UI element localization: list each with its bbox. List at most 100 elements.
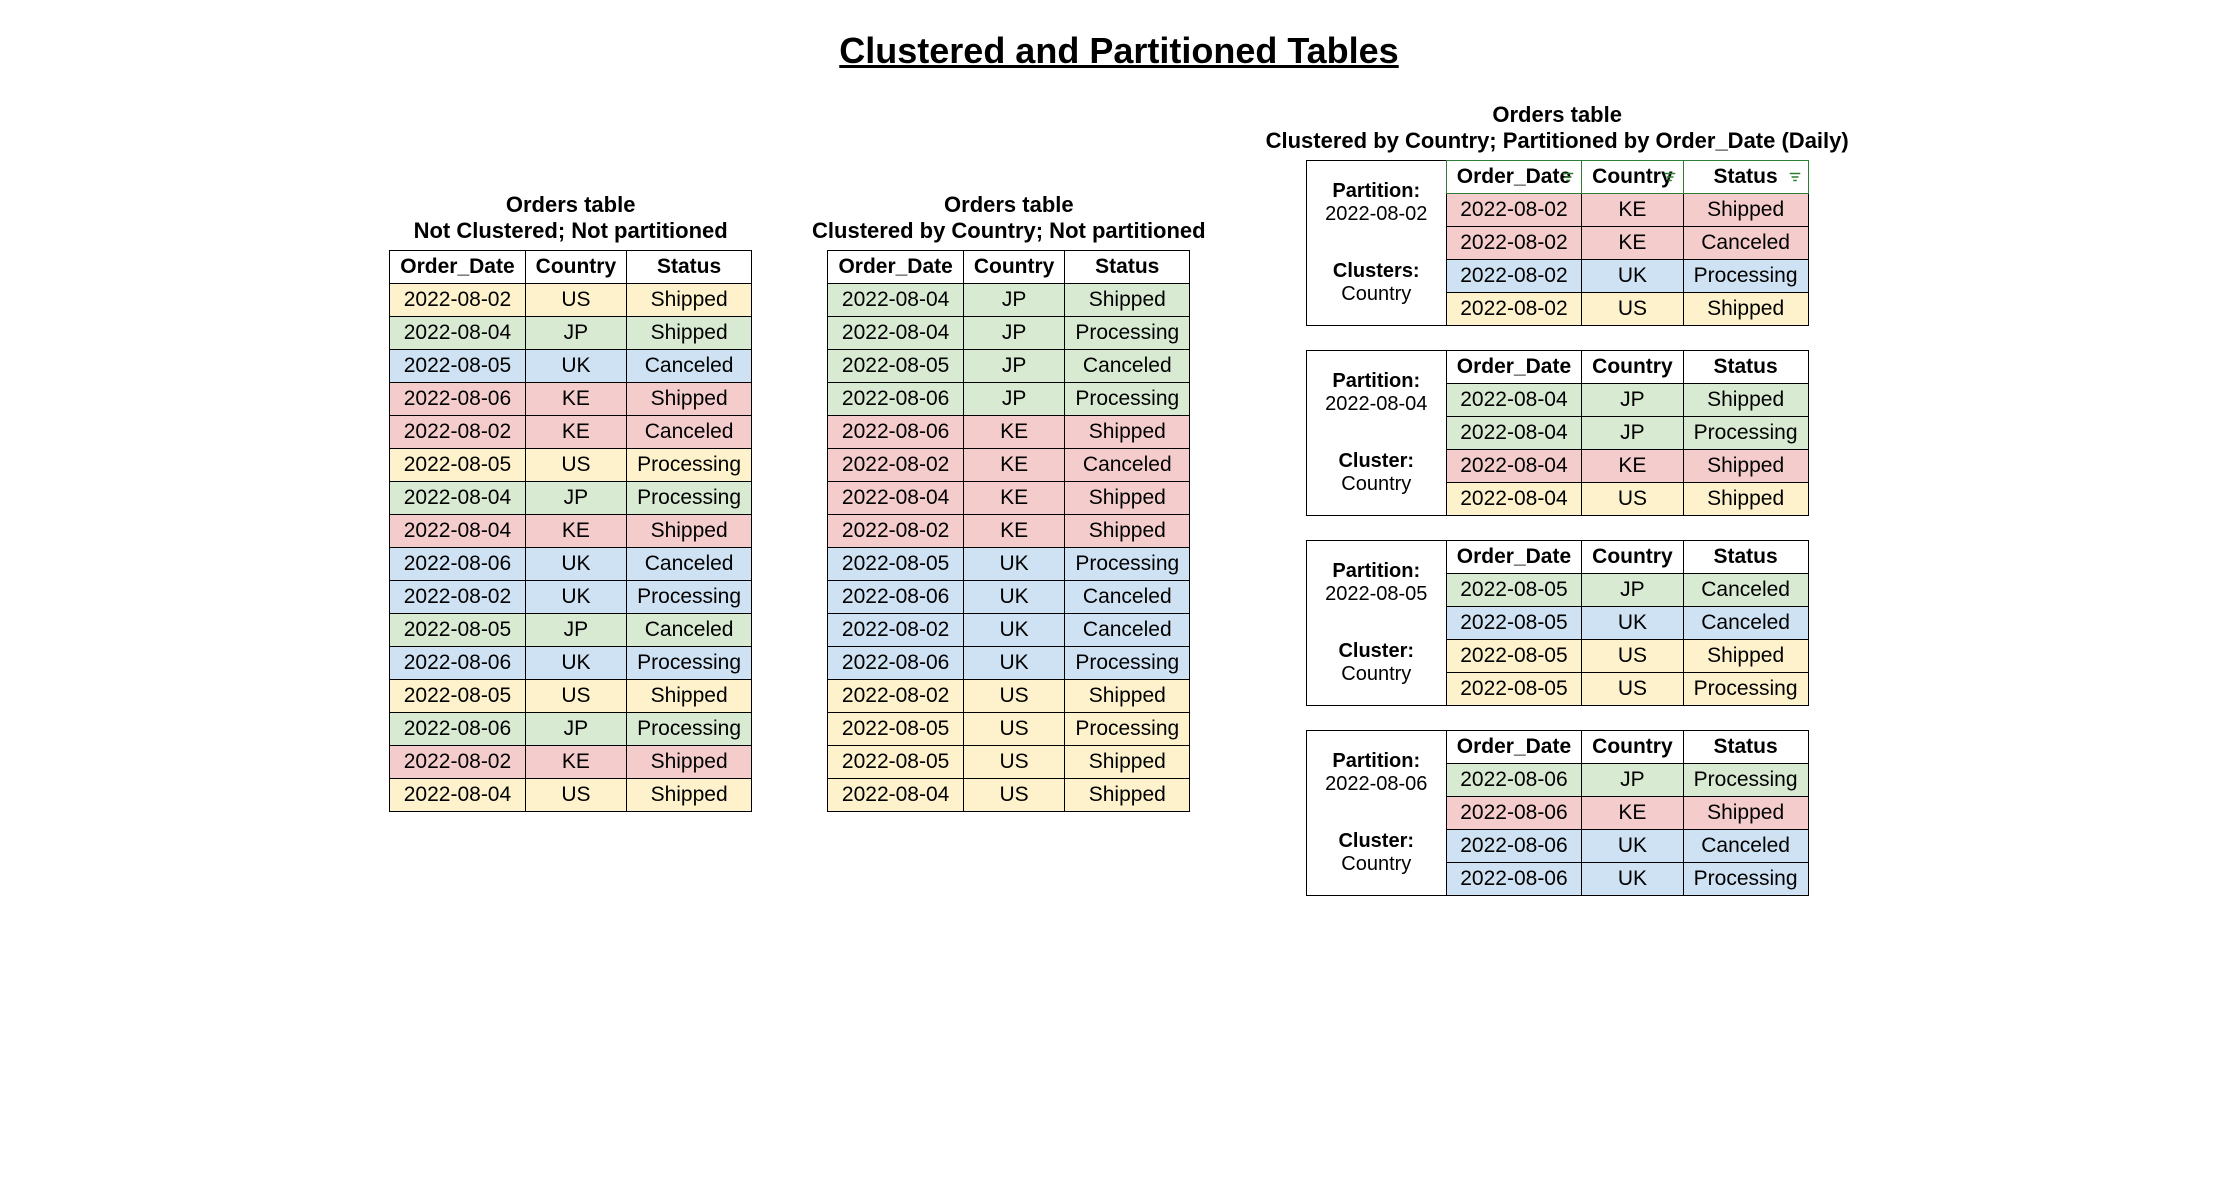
column-header: Country (525, 251, 627, 284)
table-cell: 2022-08-04 (390, 515, 525, 548)
table-row: 2022-08-06KEShipped (390, 383, 752, 416)
table-cell: Shipped (1065, 482, 1190, 515)
table-cell: 2022-08-04 (1446, 417, 1581, 450)
column-header: Country (1582, 351, 1684, 384)
table-header-row: Order_DateCountryStatus (828, 251, 1190, 284)
table-cell: 2022-08-04 (1446, 483, 1581, 516)
table-cell: UK (1582, 863, 1684, 896)
table-row: 2022-08-06UKProcessing (1446, 863, 1808, 896)
table-cell: KE (963, 482, 1065, 515)
table-header-row: Order_DateCountryStatus (1446, 161, 1808, 194)
table-cell: Processing (1065, 647, 1190, 680)
mid-table-body: 2022-08-04JPShipped2022-08-04JPProcessin… (828, 284, 1190, 812)
table-cell: JP (1582, 417, 1684, 450)
table-header-row: Order_DateCountryStatus (1446, 731, 1808, 764)
table-cell: 2022-08-02 (390, 746, 525, 779)
table-cell: Processing (1683, 260, 1808, 293)
partition-table-body: 2022-08-05JPCanceled2022-08-05UKCanceled… (1446, 574, 1808, 706)
table-cell: Canceled (627, 350, 752, 383)
partition-block: Partition:2022-08-02Clusters:CountryOrde… (1306, 160, 1809, 326)
table-cell: US (1582, 293, 1684, 326)
table-cell: Canceled (627, 416, 752, 449)
table-cell: 2022-08-04 (1446, 450, 1581, 483)
table-cell: 2022-08-05 (390, 614, 525, 647)
table-cell: UK (1582, 607, 1684, 640)
partition-table-body: 2022-08-04JP Shipped 2022-08-04JPProcessin… (1446, 384, 1808, 516)
table-cell: Shipped (627, 284, 752, 317)
partition-value: 2022-08-06 (1315, 773, 1438, 796)
column-header: Country (1582, 161, 1684, 194)
table-cell: US (525, 284, 627, 317)
table-row: 2022-08-04USShipped (1446, 483, 1808, 516)
cluster-label: Clusters: (1315, 260, 1438, 283)
table-cell: JP (1582, 574, 1684, 607)
table-cell: Canceled (1683, 607, 1808, 640)
table-cell: 2022-08-05 (1446, 640, 1581, 673)
column-header: Country (1582, 541, 1684, 574)
left-table: Order_DateCountryStatus 2022-08-02USShip… (389, 250, 752, 812)
column-header: Status (1683, 351, 1808, 384)
table-cell: KE (1582, 194, 1684, 227)
table-cell: 2022-08-06 (828, 383, 963, 416)
table-row: 2022-08-05USProcessing (390, 449, 752, 482)
table-cell: JP (525, 713, 627, 746)
partition-label: Partition: (1315, 750, 1438, 773)
table-row: 2022-08-02USShipped (390, 284, 752, 317)
partition-side-label: Partition:2022-08-02Clusters:Country (1306, 160, 1446, 326)
column-header: Status (627, 251, 752, 284)
mid-table: Order_DateCountryStatus 2022-08-04JPShip… (827, 250, 1190, 812)
partition-label: Partition: (1315, 560, 1438, 583)
table-cell: UK (963, 614, 1065, 647)
table-header-row: Order_DateCountryStatus (1446, 351, 1808, 384)
table-cell: JP (525, 614, 627, 647)
table-row: 2022-08-06UKProcessing (390, 647, 752, 680)
cluster-label: Cluster: (1315, 830, 1438, 853)
table-row: 2022-08-02KEShipped (1446, 194, 1808, 227)
table-cell: KE (525, 416, 627, 449)
left-table-subtitle: Not Clustered; Not partitioned (414, 218, 728, 244)
left-table-title: Orders table (506, 192, 636, 218)
table-row: 2022-08-05UKProcessing (828, 548, 1190, 581)
table-row: 2022-08-04JPProcessing (390, 482, 752, 515)
partition-table-body: 2022-08-06JPProcessing2022-08-06KEShippe… (1446, 764, 1808, 896)
table-cell: Shipped (1065, 779, 1190, 812)
column-header: Status (1065, 251, 1190, 284)
partition-block: Partition:2022-08-06Cluster:CountryOrder… (1306, 730, 1809, 896)
table-cell: US (963, 779, 1065, 812)
table-cell: 2022-08-04 (390, 317, 525, 350)
table-cell: Processing (627, 581, 752, 614)
table-row: 2022-08-02KECanceled (390, 416, 752, 449)
table-row: 2022-08-06UKProcessing (828, 647, 1190, 680)
table-cell: Processing (1065, 548, 1190, 581)
table-cell: Processing (627, 647, 752, 680)
table-cell: JP (963, 350, 1065, 383)
column-header: Status (1683, 541, 1808, 574)
table-cell: KE (963, 416, 1065, 449)
table-row: 2022-08-02KEShipped (390, 746, 752, 779)
column-header: Status (1683, 731, 1808, 764)
mid-table-subtitle: Clustered by Country; Not partitioned (812, 218, 1206, 244)
table-cell: Processing (1065, 383, 1190, 416)
table-cell: 2022-08-06 (390, 383, 525, 416)
partition-table: Order_DateCountryStatus2022-08-02KEShipp… (1446, 160, 1809, 326)
right-column: Orders table Clustered by Country; Parti… (1266, 102, 1849, 896)
table-cell: JP (525, 482, 627, 515)
partition-label: Partition: (1315, 180, 1438, 203)
table-row: 2022-08-06UKCanceled (390, 548, 752, 581)
mid-table-title: Orders table (944, 192, 1074, 218)
table-cell: Processing (1065, 713, 1190, 746)
column-header: Order_Date (1446, 541, 1581, 574)
cluster-label: Cluster: (1315, 450, 1438, 473)
table-cell: US (963, 713, 1065, 746)
table-cell: 2022-08-02 (1446, 293, 1581, 326)
table-cell: Canceled (1065, 614, 1190, 647)
columns-container: Orders table Not Clustered; Not partitio… (30, 102, 2208, 896)
mid-column: Orders table Clustered by Country; Not p… (812, 192, 1206, 812)
table-cell: Shipped (1683, 483, 1808, 516)
table-cell: 2022-08-05 (828, 548, 963, 581)
table-cell: Shipped (627, 779, 752, 812)
table-cell: Shipped (627, 515, 752, 548)
partitions-container: Partition:2022-08-02Clusters:CountryOrde… (1306, 160, 1809, 896)
table-row: 2022-08-04JPProcessing (1446, 417, 1808, 450)
partition-value: 2022-08-04 (1315, 393, 1438, 416)
